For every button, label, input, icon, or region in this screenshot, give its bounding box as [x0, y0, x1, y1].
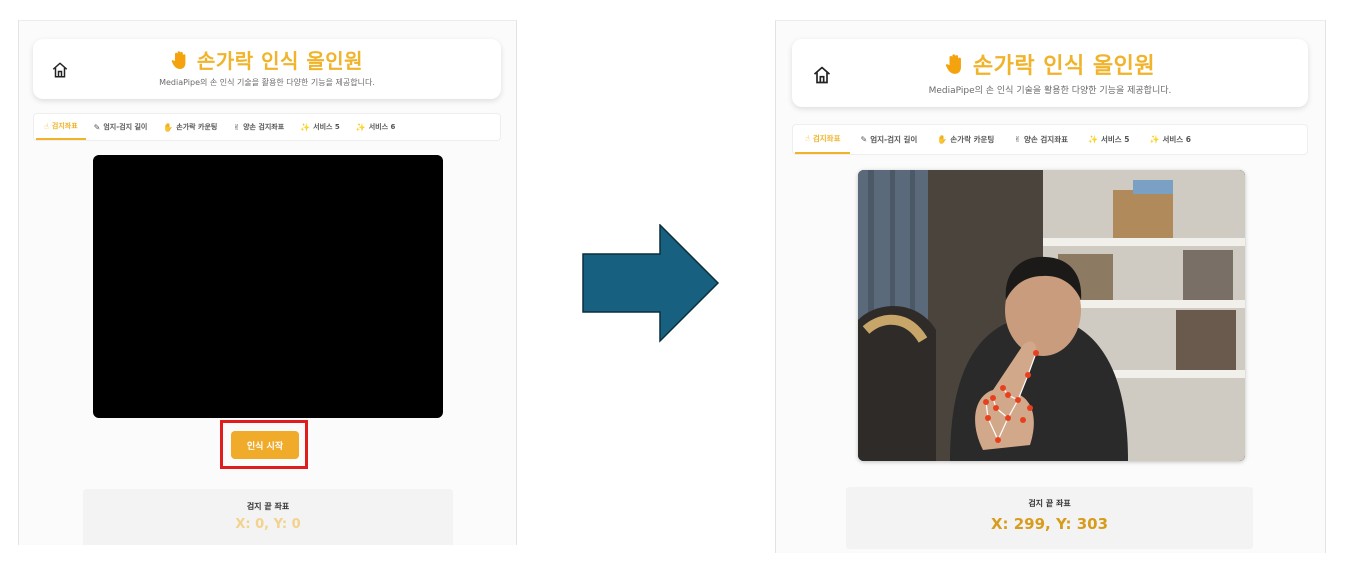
- coordinate-card: 검지 끝 좌표 X: 299, Y: 303: [846, 487, 1253, 549]
- camera-feed-live: [858, 170, 1245, 461]
- victory-hand-icon: ✌: [1014, 135, 1021, 144]
- tab-two-hand-index[interactable]: ✌ 양손 검지좌표: [1004, 125, 1078, 154]
- sparkle-icon: ✨: [355, 122, 366, 132]
- subtitle: MediaPipe의 손 인식 기술을 활용한 다양한 기능을 제공합니다.: [928, 86, 1172, 96]
- pointing-hand-icon: ☝: [805, 134, 810, 143]
- tab-bar: ☝ 검지좌표 ✎ 엄지-검지 길이 ✋ 손가락 카운팅 ✌ 양손 검지좌표 ✨ 서비스 5…: [792, 124, 1308, 155]
- coordinate-value: X: 299, Y: 303: [990, 515, 1109, 533]
- tab-index-coordinate[interactable]: ☝ 검지좌표: [36, 114, 86, 140]
- tab-service-5[interactable]: ✨ 서비스 5: [292, 114, 348, 140]
- highlight-box: [220, 420, 308, 469]
- page-title: 손가락 인식 올인원: [792, 48, 1308, 80]
- tab-label: 양손 검지좌표: [1024, 135, 1069, 144]
- tab-finger-counting[interactable]: ✋ 손가락 카운팅: [155, 114, 225, 140]
- tab-thumb-index-length[interactable]: ✎ 엄지-검지 길이: [850, 125, 927, 154]
- raised-hand-icon: [171, 50, 186, 69]
- tab-label: 서비스 6: [368, 123, 396, 131]
- right-arrow-icon: [582, 224, 720, 343]
- app-panel-before: 손가락 인식 올인원 MediaPipe의 손 인식 기술을 활용한 다양한 기…: [18, 20, 517, 545]
- tab-label: 손가락 카운팅: [176, 123, 218, 131]
- coordinate-card: 검지 끝 좌표 X: 0, Y: 0: [83, 489, 453, 545]
- raised-hand-icon: [945, 54, 961, 74]
- tab-label: 서비스 6: [1162, 135, 1192, 144]
- coordinate-label: 검지 끝 좌표: [1028, 499, 1071, 508]
- app-panel-after: 손가락 인식 올인원 MediaPipe의 손 인식 기술을 활용한 다양한 기…: [775, 20, 1326, 553]
- hand-icon: ✋: [937, 135, 948, 144]
- tab-label: 양손 검지좌표: [243, 123, 285, 131]
- tab-thumb-index-length[interactable]: ✎ 엄지-검지 길이: [86, 114, 156, 140]
- app-title: 손가락 인식 올인원: [972, 54, 1156, 79]
- subtitle: MediaPipe의 손 인식 기술을 활용한 다양한 기능을 제공합니다.: [159, 78, 375, 87]
- app-title: 손가락 인식 올인원: [196, 49, 364, 73]
- page-title: 손가락 인식 올인원: [33, 45, 501, 74]
- tab-label: 검지좌표: [51, 122, 78, 130]
- tab-service-6[interactable]: ✨ 서비스 6: [1140, 125, 1202, 154]
- sparkle-icon: ✨: [1088, 135, 1098, 144]
- pointing-hand-icon: ☝: [44, 121, 49, 131]
- tab-index-coordinate[interactable]: ☝ 검지좌표: [795, 125, 851, 154]
- header-card: 손가락 인식 올인원 MediaPipe의 손 인식 기술을 활용한 다양한 기…: [792, 39, 1308, 107]
- tab-label: 서비스 5: [313, 123, 340, 131]
- victory-hand-icon: ✌: [233, 122, 241, 132]
- tab-service-5[interactable]: ✨ 서비스 5: [1078, 125, 1140, 154]
- webcam-frame-image: [858, 170, 1245, 461]
- tab-label: 엄지-검지 길이: [103, 123, 148, 131]
- tab-label: 서비스 5: [1100, 135, 1130, 144]
- pencil-icon: ✎: [860, 135, 868, 144]
- camera-feed-empty: [93, 155, 443, 418]
- pencil-icon: ✎: [93, 122, 101, 132]
- tab-bar: ☝ 검지좌표 ✎ 엄지-검지 길이 ✋ 손가락 카운팅 ✌ 양손 검지좌표 ✨ 서비스 5…: [33, 113, 501, 141]
- coordinate-label: 검지 끝 좌표: [246, 502, 290, 511]
- tab-label: 검지좌표: [812, 134, 841, 143]
- sparkle-icon: ✨: [300, 122, 311, 132]
- tab-two-hand-index[interactable]: ✌ 양손 검지좌표: [225, 114, 292, 140]
- sparkle-icon: ✨: [1149, 135, 1160, 144]
- header-card: 손가락 인식 올인원 MediaPipe의 손 인식 기술을 활용한 다양한 기…: [33, 39, 501, 99]
- tab-service-6[interactable]: ✨ 서비스 6: [348, 114, 404, 140]
- tab-label: 엄지-검지 길이: [870, 135, 918, 144]
- tab-finger-counting[interactable]: ✋ 손가락 카운팅: [927, 125, 1004, 154]
- hand-icon: ✋: [163, 122, 174, 132]
- tab-label: 손가락 카운팅: [950, 135, 995, 144]
- coordinate-value: X: 0, Y: 0: [235, 517, 301, 532]
